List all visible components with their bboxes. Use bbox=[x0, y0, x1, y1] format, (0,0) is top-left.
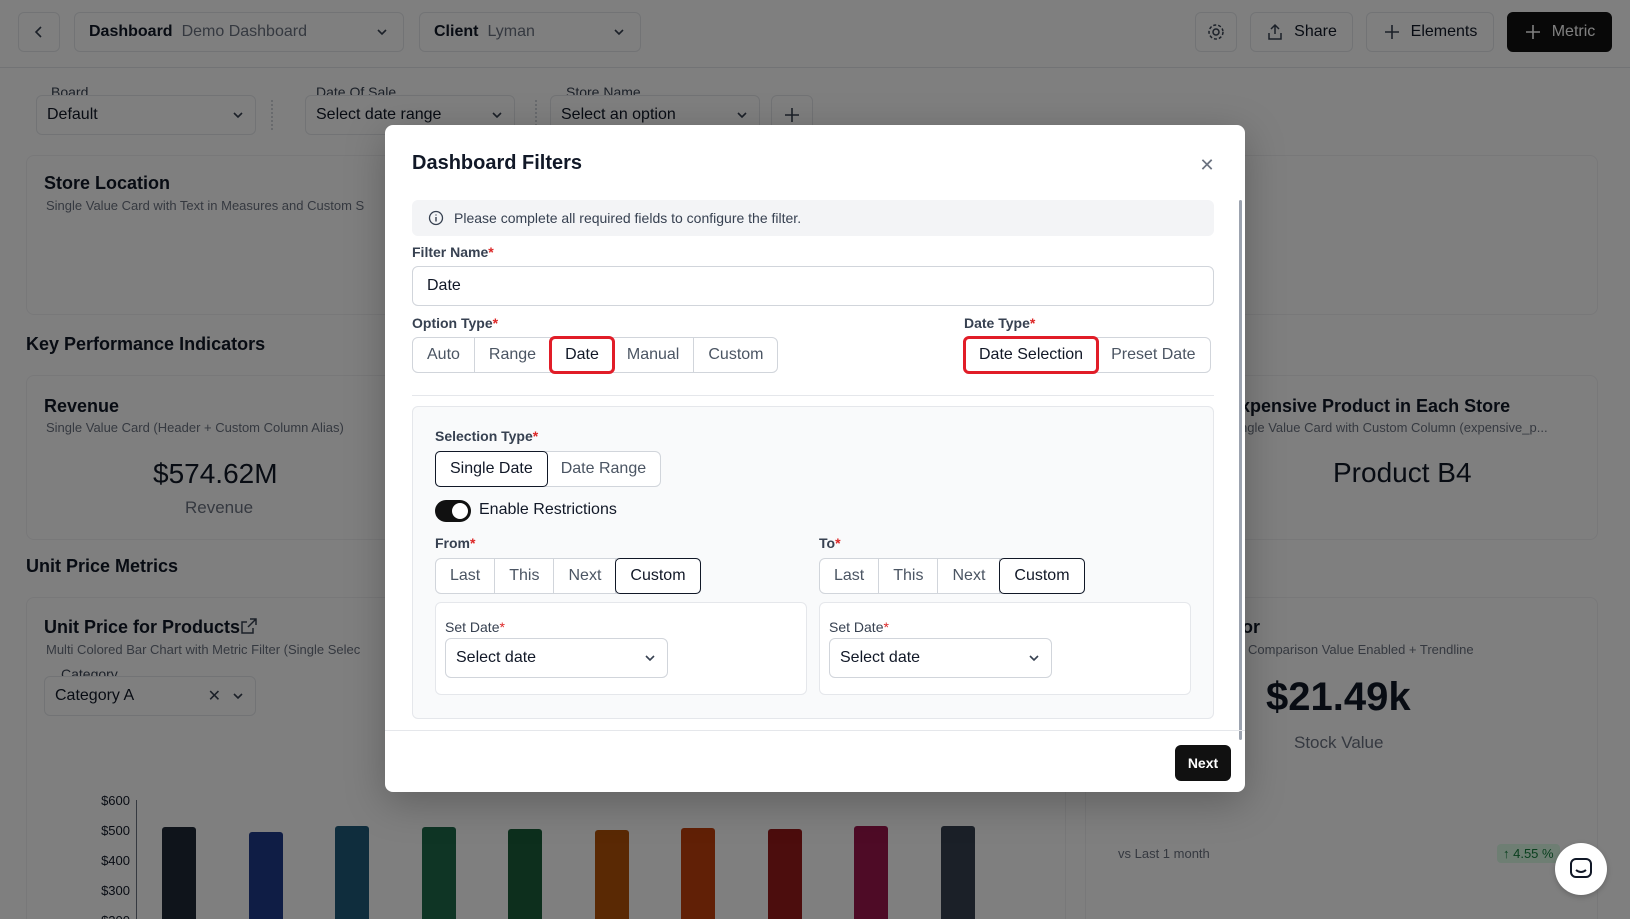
from-date-placeholder: Select date bbox=[456, 649, 537, 666]
to-next[interactable]: Next bbox=[938, 559, 1001, 593]
from-relative-group: Last This Next Custom bbox=[435, 558, 701, 594]
info-icon bbox=[428, 210, 444, 226]
date-type-date-selection[interactable]: Date Selection bbox=[962, 336, 1100, 374]
chevron-down-icon bbox=[1029, 655, 1039, 662]
to-label-text: To bbox=[819, 535, 836, 551]
option-type-custom[interactable]: Custom bbox=[694, 338, 777, 372]
chevron-down-icon bbox=[645, 655, 655, 662]
option-type-date[interactable]: Date bbox=[549, 336, 615, 374]
to-date-placeholder: Select date bbox=[840, 649, 921, 666]
from-next[interactable]: Next bbox=[554, 559, 617, 593]
date-type-preset-date[interactable]: Preset Date bbox=[1097, 338, 1209, 372]
option-type-label: Option Type* bbox=[412, 315, 499, 331]
modal-scrollbar[interactable] bbox=[1239, 200, 1242, 740]
from-date-select[interactable]: Select date bbox=[445, 638, 668, 678]
to-set-date-box: Set Date* Select date bbox=[819, 602, 1191, 695]
enable-restrictions-toggle[interactable] bbox=[435, 500, 471, 522]
from-custom[interactable]: Custom bbox=[615, 558, 701, 594]
selection-type-label-text: Selection Type bbox=[435, 428, 533, 444]
date-type-label: Date Type* bbox=[964, 315, 1036, 331]
from-this[interactable]: This bbox=[495, 559, 555, 593]
from-label-text: From bbox=[435, 535, 470, 551]
selection-type-label: Selection Type* bbox=[435, 428, 539, 444]
selection-type-single-date[interactable]: Single Date bbox=[435, 451, 548, 487]
from-set-date-label-text: Set Date bbox=[445, 619, 500, 635]
from-last[interactable]: Last bbox=[436, 559, 496, 593]
option-type-auto[interactable]: Auto bbox=[413, 338, 475, 372]
to-set-date-label: Set Date* bbox=[829, 619, 889, 635]
chat-launcher[interactable] bbox=[1555, 843, 1607, 895]
from-set-date-label: Set Date* bbox=[445, 619, 505, 635]
from-set-date-box: Set Date* Select date bbox=[435, 602, 807, 695]
option-type-label-text: Option Type bbox=[412, 315, 493, 331]
to-date-select[interactable]: Select date bbox=[829, 638, 1052, 678]
to-set-date-label-text: Set Date bbox=[829, 619, 884, 635]
close-icon[interactable]: ✕ bbox=[1199, 155, 1215, 175]
to-custom[interactable]: Custom bbox=[999, 558, 1085, 594]
filter-name-label-text: Filter Name bbox=[412, 244, 489, 260]
option-type-group: Auto Range Date Manual Custom bbox=[412, 336, 779, 374]
to-this[interactable]: This bbox=[879, 559, 939, 593]
to-last[interactable]: Last bbox=[820, 559, 880, 593]
info-text: Please complete all required fields to c… bbox=[454, 210, 802, 226]
modal-footer-divider bbox=[385, 730, 1245, 731]
from-label: From* bbox=[435, 535, 476, 551]
filter-name-value: Date bbox=[427, 277, 461, 294]
date-type-group: Date Selection Preset Date bbox=[962, 336, 1211, 374]
filter-name-input[interactable]: Date bbox=[412, 266, 1214, 306]
selection-type-group: Single Date Date Range bbox=[435, 451, 662, 487]
filter-name-label: Filter Name* bbox=[412, 244, 494, 260]
date-type-label-text: Date Type bbox=[964, 315, 1030, 331]
option-type-range[interactable]: Range bbox=[475, 338, 552, 372]
to-label: To* bbox=[819, 535, 841, 551]
info-banner: Please complete all required fields to c… bbox=[412, 200, 1214, 236]
option-type-manual[interactable]: Manual bbox=[613, 338, 695, 372]
to-relative-group: Last This Next Custom bbox=[819, 558, 1085, 594]
selection-type-date-range[interactable]: Date Range bbox=[547, 452, 660, 486]
modal-title: Dashboard Filters bbox=[412, 152, 583, 174]
next-button[interactable]: Next bbox=[1175, 745, 1231, 781]
section-divider bbox=[412, 395, 1214, 396]
dashboard-filters-modal: Dashboard Filters ✕ Please complete all … bbox=[385, 125, 1245, 792]
chat-icon bbox=[1570, 858, 1592, 878]
enable-restrictions-label: Enable Restrictions bbox=[479, 501, 617, 518]
